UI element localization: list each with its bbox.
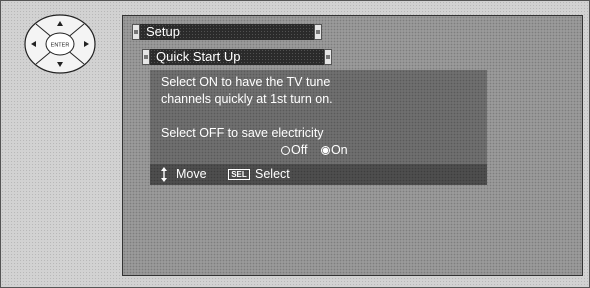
- help-bar: Move SEL Select: [150, 164, 487, 185]
- tv-screen: Setup Quick Start Up Select ON to have t…: [122, 15, 583, 276]
- option-off[interactable]: Off: [281, 142, 307, 158]
- remote-center-label: ENTER: [51, 43, 70, 49]
- submenu-bar-left-cap: [142, 49, 150, 65]
- message-line-3: Select OFF to save electricity: [161, 126, 324, 140]
- message-line-1: Select ON to have the TV tune: [161, 75, 331, 89]
- option-off-label: Off: [291, 143, 308, 157]
- sel-key-icon: SEL: [228, 169, 250, 180]
- option-on-label: On: [330, 143, 348, 157]
- settings-panel: Select ON to have the TV tune channels q…: [150, 70, 487, 185]
- menu-bar-left-cap: [132, 24, 140, 40]
- radio-button-icon: [281, 146, 290, 155]
- option-on[interactable]: On: [320, 142, 348, 158]
- help-move-label: Move: [176, 167, 207, 181]
- message-line-2: channels quickly at 1st turn on.: [161, 92, 333, 106]
- setup-menu-title[interactable]: Setup: [140, 24, 314, 40]
- submenu-bar-right-cap: [324, 49, 332, 65]
- help-select-label: Select: [255, 167, 290, 181]
- quick-start-up-title[interactable]: Quick Start Up: [150, 49, 324, 65]
- power-options: Off On: [281, 142, 358, 158]
- up-down-arrows-icon: [161, 167, 167, 182]
- page-frame: ENTER Setup Quick Start Up Select ON to …: [0, 0, 590, 288]
- dpad-remote-icon: ENTER: [24, 14, 96, 74]
- radio-button-icon: [320, 146, 330, 155]
- menu-bar-right-cap: [314, 24, 322, 40]
